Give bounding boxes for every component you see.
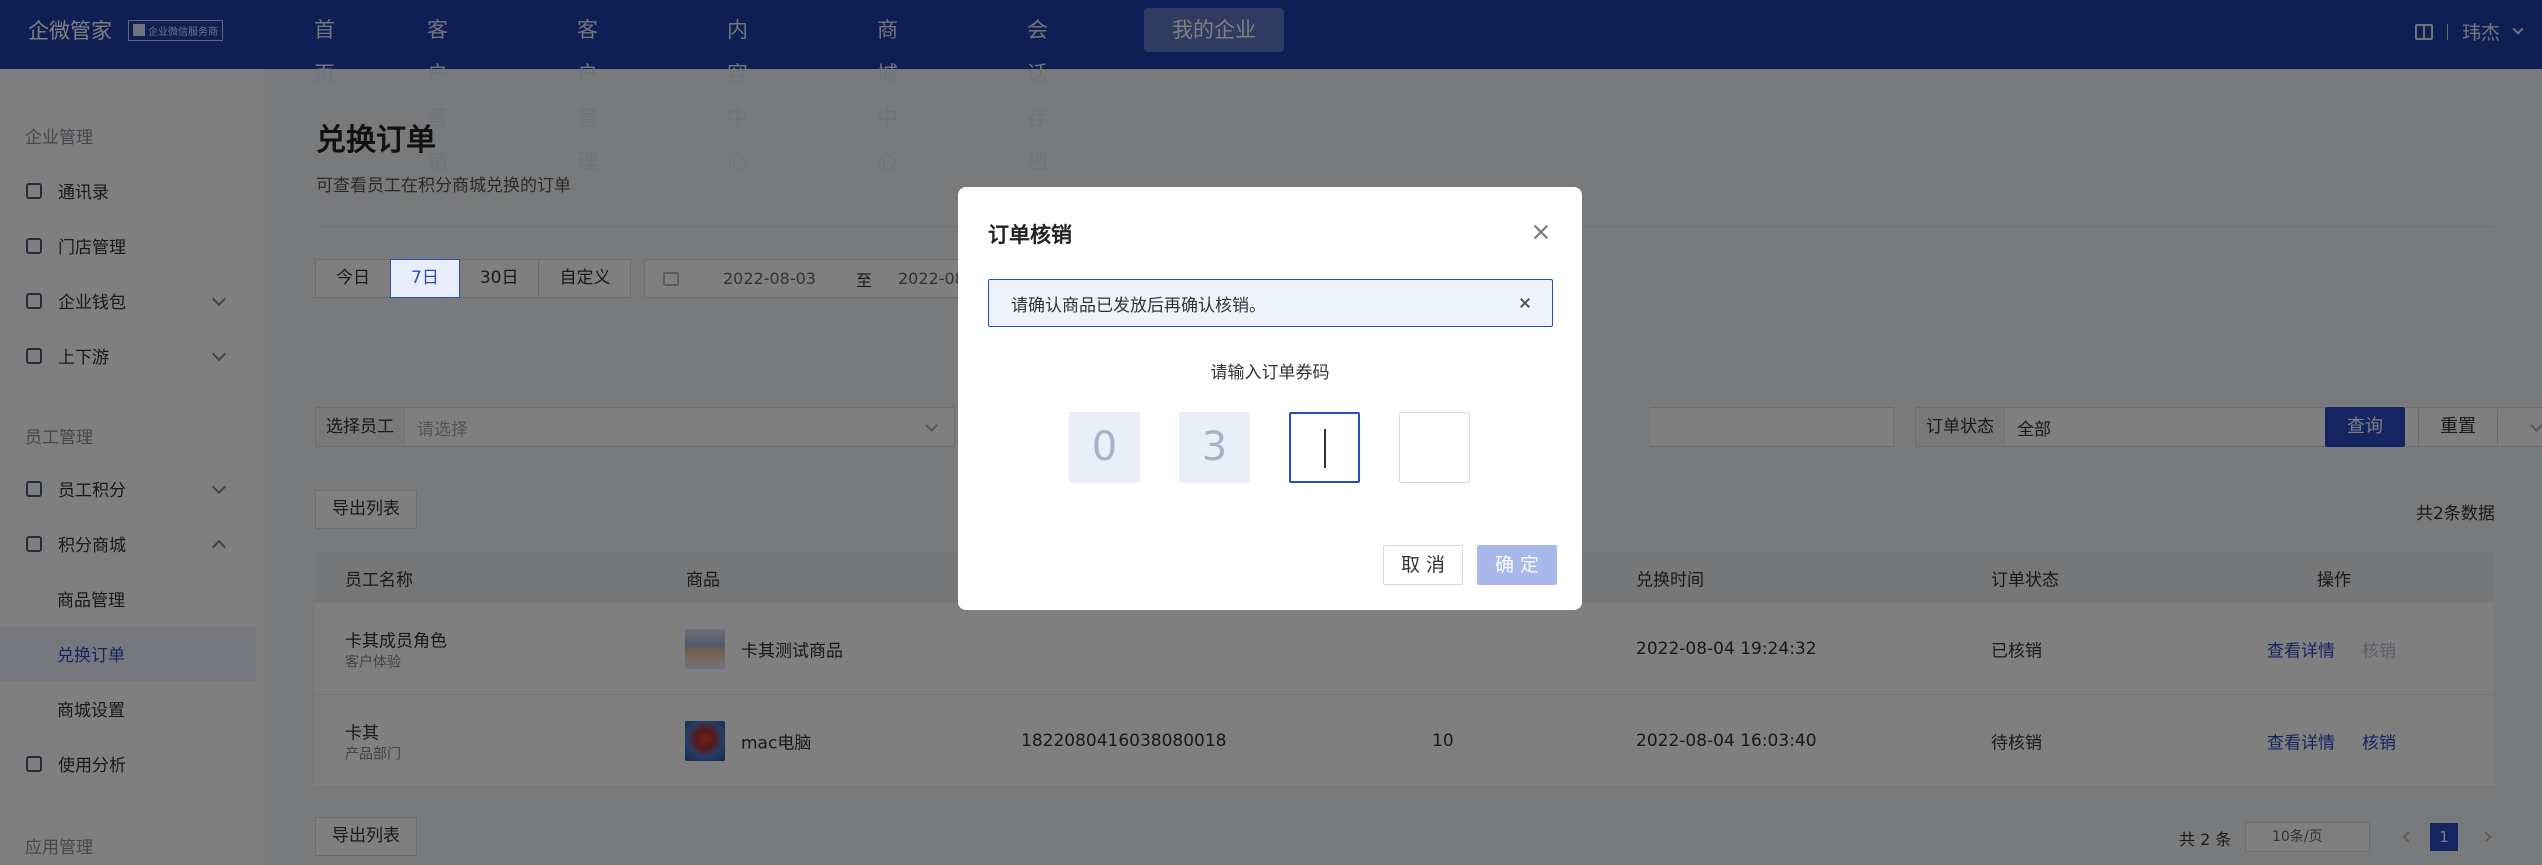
confirm-button[interactable]: 确 定 xyxy=(1477,545,1557,585)
date-7days-button[interactable]: 7日 xyxy=(390,259,460,298)
alert-text: 请确认商品已发放后再确认核销。 xyxy=(1011,295,1266,316)
code-digit-1[interactable]: 0 xyxy=(1069,412,1140,483)
code-digit-4[interactable] xyxy=(1399,412,1470,483)
close-icon[interactable] xyxy=(1532,223,1550,241)
verify-order-dialog: 订单核销 请确认商品已发放后再确认核销。 请输入订单券码 0 3 取 消 确 定 xyxy=(958,187,1582,610)
code-digit-3[interactable] xyxy=(1289,412,1360,483)
code-label: 请输入订单券码 xyxy=(1210,363,1330,383)
alert-close-icon[interactable] xyxy=(1519,297,1531,309)
info-alert: 请确认商品已发放后再确认核销。 xyxy=(988,279,1553,327)
cancel-button[interactable]: 取 消 xyxy=(1383,545,1463,585)
code-digit-2[interactable]: 3 xyxy=(1179,412,1250,483)
dialog-title: 订单核销 xyxy=(988,223,1072,247)
